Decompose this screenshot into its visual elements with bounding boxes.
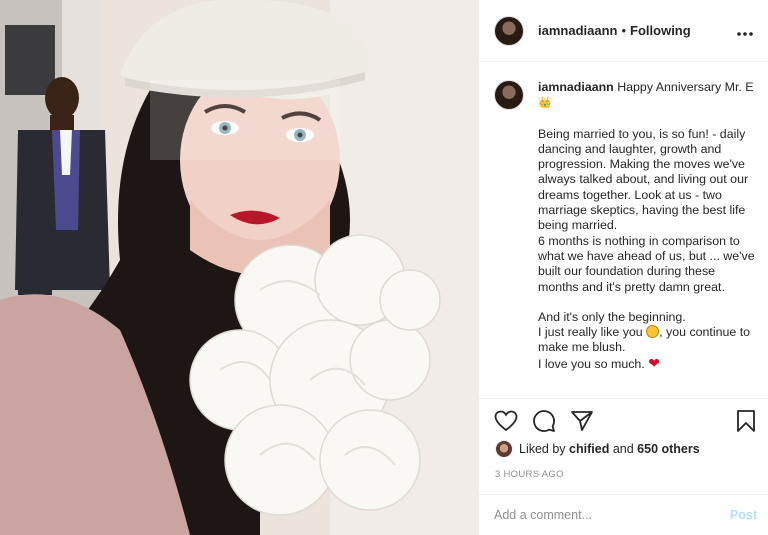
caption-text: iamnadiaann Happy Anniversary Mr. E 👑 Be…: [538, 80, 758, 372]
more-dots-icon[interactable]: [736, 22, 754, 40]
liker-avatar[interactable]: [495, 440, 513, 458]
smile-emoji-icon: [646, 325, 660, 339]
author-avatar[interactable]: [494, 15, 524, 46]
header-separator: •: [621, 23, 627, 38]
caption-paragraph-4a: I just really like you: [538, 325, 643, 340]
caption-block: iamnadiaann Happy Anniversary Mr. E 👑 Be…: [494, 80, 758, 372]
post-sidebar: iamnadiaann • Following iamnadiaann Happ…: [478, 0, 768, 535]
comment-icon[interactable]: [531, 408, 557, 434]
post-comment-button[interactable]: Post: [730, 508, 757, 522]
caption-paragraph-1: Being married to you, is so fun! - daily…: [538, 126, 749, 233]
likes-prefix: Liked by: [519, 442, 566, 456]
caption-title: Happy Anniversary Mr. E: [617, 80, 754, 94]
red-heart-emoji-icon: ❤: [648, 354, 660, 371]
action-bar: [479, 398, 768, 442]
share-icon[interactable]: [569, 408, 595, 434]
post-image: [0, 0, 478, 535]
caption-paragraph-2: 6 months is nothing in comparison to wha…: [538, 233, 755, 294]
caption-username[interactable]: iamnadiaann: [538, 80, 614, 94]
likes-count-link[interactable]: 650 others: [637, 442, 700, 456]
comment-box: Post: [479, 494, 768, 535]
caption-paragraph-5: I love you so much.: [538, 356, 645, 371]
following-button[interactable]: Following: [630, 23, 691, 38]
likes-and: and: [612, 442, 634, 456]
post-header: iamnadiaann • Following: [479, 0, 768, 62]
post-timestamp[interactable]: 3 HOURS AGO: [495, 469, 564, 480]
comment-input[interactable]: [494, 508, 730, 522]
heart-icon[interactable]: [493, 408, 519, 434]
post-photo[interactable]: [0, 0, 478, 535]
bookmark-icon[interactable]: [733, 408, 759, 434]
liker-username[interactable]: chified: [569, 442, 609, 456]
crown-emoji-icon: 👑: [538, 97, 552, 110]
author-username[interactable]: iamnadiaann: [538, 23, 617, 38]
caption-paragraph-3: And it's only the beginning.: [538, 309, 686, 324]
caption-avatar[interactable]: [494, 80, 524, 110]
likes-summary: Liked by chified and 650 others: [495, 440, 700, 458]
